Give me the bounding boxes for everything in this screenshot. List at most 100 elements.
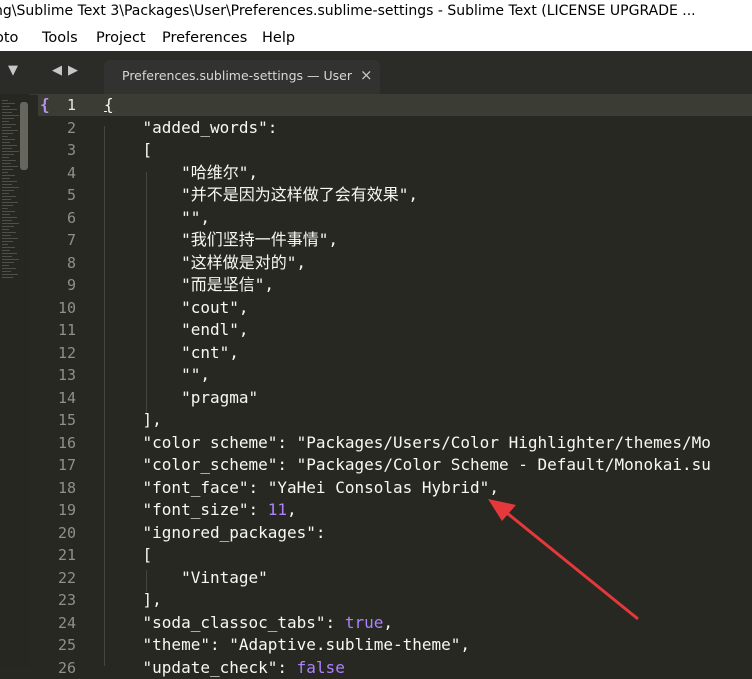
minimap-line [2,187,19,188]
line-number: 9 [66,276,76,294]
minimap-line [2,100,8,101]
minimap-line [2,118,14,119]
minimap-line [2,151,19,152]
line-number: 13 [57,366,76,384]
code-line[interactable]: 10 "cout", [38,297,752,319]
minimap-line [2,238,18,239]
minimap-line [2,247,15,248]
minimap-line [2,103,15,104]
line-text: "color_scheme": "Packages/Color Scheme -… [104,455,711,474]
line-number: 5 [66,186,76,204]
line-text: "Vintage" [104,567,268,587]
line-text: "pragma" [104,387,259,407]
code-line[interactable]: 13 "", [38,364,752,386]
minimap-line [2,253,17,254]
line-text: "这样做是对的", [104,252,306,272]
line-number: 15 [57,411,76,429]
minimap-line [2,202,18,203]
minimap-line [2,268,16,269]
minimap-line [2,262,14,263]
minimap-line [2,214,10,215]
line-text: [ [104,140,153,159]
code-line[interactable]: 11 "endl", [38,319,752,341]
minimap-line [2,265,9,266]
annotation-arrow-line [501,507,639,621]
minimap-line [2,226,14,227]
minimap-line [2,205,13,206]
menu-tools[interactable]: Tools [42,30,78,46]
minimap-line [2,244,8,245]
minimap-scroll-thumb[interactable] [20,102,28,170]
minimap-line [2,115,19,116]
minimap-line [2,217,17,218]
line-text: ], [104,590,162,609]
line-text: [ [104,545,153,564]
annotation-arrow [488,499,639,621]
line-text: "font_face": "YaHei Consolas Hybrid", [104,477,499,497]
minimap-line [2,109,17,110]
line-number: 7 [66,231,76,249]
minimap-line [2,133,13,134]
line-number: 17 [57,456,76,474]
code-line[interactable]: 7 "我们坚持一件事情", [38,229,752,251]
minimap-line [2,106,10,107]
minimap-line [2,157,9,158]
code-line[interactable]: 12 "cnt", [38,342,752,364]
code-line[interactable]: 14 "pragma" [38,387,752,409]
minimap-line [2,130,18,131]
minimap-line [2,277,13,278]
code-line[interactable]: 6 "", [38,207,752,229]
minimap-line [2,241,13,242]
minimap-line [2,142,10,143]
menu-goto[interactable]: oto [0,30,18,46]
code-line[interactable]: 8 "这样做是对的", [38,252,752,274]
minimap-line [2,271,11,272]
line-number: 8 [66,253,76,272]
minimap-line [2,190,14,191]
minimap-line [2,232,16,233]
next-tab-icon[interactable]: ▶ [68,63,78,78]
line-number: 11 [57,321,76,339]
code-line[interactable]: 1{{ [38,94,752,116]
code-line[interactable]: 5 "并不是因为这样做了会有效果", [38,184,752,206]
line-number: 6 [66,208,76,227]
dropdown-icon[interactable]: ▼ [8,63,18,78]
minimap-line [2,178,10,179]
line-text: "并不是因为这样做了会有效果", [104,185,418,204]
code-line[interactable]: 2 "added_words": [38,117,752,139]
code-line[interactable]: 3 [ [38,139,752,161]
minimap-line [2,229,9,230]
minimap-line [2,172,8,173]
minimap-line [2,160,16,161]
menu-help[interactable]: Help [262,30,295,46]
code-line[interactable]: 15 ], [38,409,752,431]
line-text: "soda_classoc_tabs": true, [104,612,393,632]
minimap-line [2,208,8,209]
menu-preferences[interactable]: Preferences [162,30,247,46]
line-text: "font_size": 11, [104,500,297,519]
line-number: 19 [57,501,76,519]
minimap-line [2,139,15,140]
line-number: 25 [57,636,76,654]
code-line[interactable]: 16 "color scheme": "Packages/Users/Color… [38,432,752,454]
line-text: "added_words": [104,117,278,137]
line-text: "ignored_packages": [104,522,326,542]
code-line[interactable]: 9 "而是坚信", [38,274,752,296]
minimap-line [2,199,11,200]
minimap-line [2,196,16,197]
code-line[interactable]: 17 "color_scheme": "Packages/Color Schem… [38,454,752,476]
line-number: 23 [57,591,76,609]
close-icon[interactable]: × [360,66,373,84]
menu-project[interactable]: Project [96,30,146,46]
line-number: 21 [57,546,76,564]
minimap-line [2,154,14,155]
prev-tab-icon[interactable]: ◀ [52,63,62,78]
minimap-line [2,163,11,164]
code-line[interactable]: 4 "哈维尔", [38,162,752,184]
code-line[interactable]: 25 "theme": "Adaptive.sublime-theme", [38,634,752,656]
tab-preferences[interactable]: Preferences.sublime-settings — User × [104,60,380,94]
minimap-line [2,124,16,125]
line-text: "color scheme": "Packages/Users/Color Hi… [104,432,711,452]
line-text: "而是坚信", [104,275,274,294]
minimap[interactable] [0,94,30,668]
